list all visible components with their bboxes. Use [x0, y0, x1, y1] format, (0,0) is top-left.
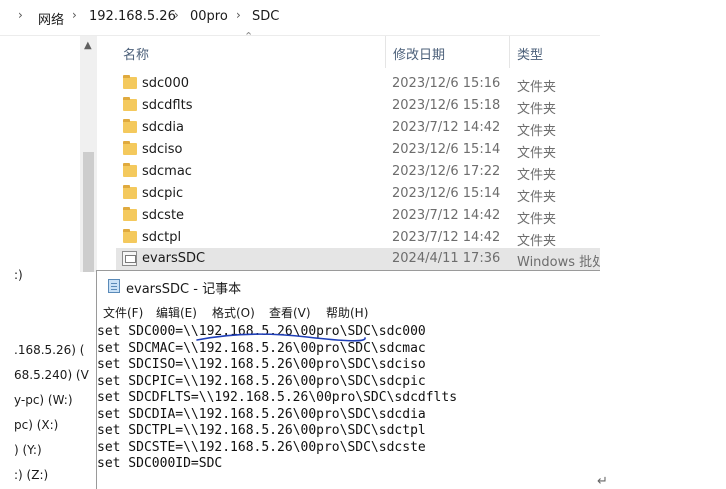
- file-type: 文件夹: [517, 234, 557, 249]
- address-bar[interactable]: › 网络 › 192.168.5.26 › 00pro › SDC: [0, 0, 600, 36]
- notepad-window: evarsSDC - 记事本 文件(F) 编辑(E) 格式(O) 查看(V) 帮…: [96, 270, 600, 489]
- folder-icon: [123, 229, 137, 243]
- menu-help[interactable]: 帮助(H): [326, 304, 368, 321]
- file-date: 2023/12/6 15:14: [392, 186, 501, 201]
- file-row[interactable]: sdcmac 2023/12/6 17:22 文件夹: [116, 161, 600, 183]
- breadcrumb-item[interactable]: 网络: [38, 9, 64, 28]
- file-type: 文件夹: [517, 124, 557, 139]
- file-row[interactable]: sdc000 2023/12/6 15:16 文件夹: [116, 73, 600, 95]
- notepad-icon: [108, 279, 120, 293]
- text-line: set SDC000ID=SDC: [97, 456, 223, 471]
- nav-item-drive[interactable]: y-pc) (W:): [14, 393, 73, 407]
- file-name: sdcdia: [142, 120, 185, 135]
- file-name: sdcdflts: [142, 98, 193, 113]
- file-type: 文件夹: [517, 212, 557, 227]
- menu-format[interactable]: 格式(O): [212, 304, 255, 321]
- return-arrow-icon: ↵: [597, 474, 608, 489]
- file-type: 文件夹: [517, 146, 557, 161]
- file-row-selected[interactable]: evarsSDC 2024/4/11 17:36 Windows 批处理文件: [116, 248, 600, 270]
- breadcrumb-item[interactable]: SDC: [252, 9, 279, 24]
- scrollbar-thumb[interactable]: [83, 152, 94, 272]
- file-date: 2023/12/6 15:16: [392, 76, 501, 91]
- batch-file-icon: [122, 251, 137, 266]
- menu-file[interactable]: 文件(F): [103, 304, 143, 321]
- file-type: Windows 批处理文件: [517, 255, 600, 270]
- folder-icon: [123, 119, 137, 133]
- text-line: set SDCSTE=\\192.168.5.26\00pro\SDC\sdcs…: [97, 439, 426, 455]
- file-date: 2023/7/12 14:42: [392, 230, 501, 245]
- folder-icon: [123, 97, 137, 111]
- file-type: 文件夹: [517, 168, 557, 183]
- column-header-type[interactable]: 类型: [510, 36, 600, 68]
- notepad-title: evarsSDC - 记事本: [126, 282, 242, 297]
- chevron-right-icon[interactable]: ›: [174, 8, 179, 22]
- nav-item-drive[interactable]: :) (Z:): [14, 468, 48, 482]
- file-row[interactable]: sdctpl 2023/7/12 14:42 文件夹: [116, 227, 600, 249]
- file-date: 2023/7/12 14:42: [392, 208, 501, 223]
- menu-view[interactable]: 查看(V): [269, 304, 311, 321]
- file-row[interactable]: sdcste 2023/7/12 14:42 文件夹: [116, 205, 600, 227]
- breadcrumb-item[interactable]: 192.168.5.26: [89, 9, 176, 24]
- nav-scrollbar[interactable]: ▲: [80, 36, 97, 272]
- file-type: 文件夹: [517, 102, 557, 117]
- chevron-up-icon[interactable]: ▲: [84, 40, 92, 51]
- file-name: sdcpic: [142, 186, 184, 201]
- file-date: 2024/4/11 17:36: [392, 251, 501, 266]
- chevron-right-icon[interactable]: ›: [236, 8, 241, 22]
- file-date: 2023/7/12 14:42: [392, 120, 501, 135]
- folder-icon: [123, 185, 137, 199]
- nav-item-drive[interactable]: :): [14, 268, 23, 282]
- text-line: set SDCISO=\\192.168.5.26\00pro\SDC\sdci…: [97, 357, 426, 372]
- file-name: sdciso: [142, 142, 183, 157]
- file-row[interactable]: sdcpic 2023/12/6 15:14 文件夹: [116, 183, 600, 205]
- file-row[interactable]: sdcdflts 2023/12/6 15:18 文件夹: [116, 95, 600, 117]
- nav-item-drive[interactable]: 68.5.240) (V: [14, 368, 89, 382]
- file-explorer-window: › 网络 › 192.168.5.26 › 00pro › SDC ▲ ⌃ 名称…: [0, 0, 600, 272]
- chevron-right-icon[interactable]: ›: [72, 8, 77, 22]
- nav-item-drive[interactable]: ) (Y:): [14, 443, 42, 457]
- text-line: set SDCTPL=\\192.168.5.26\00pro\SDC\sdct…: [97, 423, 426, 438]
- column-header-date[interactable]: 修改日期: [386, 36, 510, 68]
- file-name: sdctpl: [142, 230, 182, 245]
- text-line: set SDCDFLTS=\\192.168.5.26\00pro\SDC\sd…: [97, 390, 458, 405]
- file-row[interactable]: sdcdia 2023/7/12 14:42 文件夹: [116, 117, 600, 139]
- notepad-titlebar[interactable]: evarsSDC - 记事本: [97, 271, 600, 301]
- file-name: sdcmac: [142, 164, 192, 179]
- navigation-pane: :) .168.5.26) ( 68.5.240) (V y-pc) (W:) …: [0, 36, 89, 489]
- file-date: 2023/12/6 17:22: [392, 164, 501, 179]
- handwritten-underline: [196, 333, 366, 342]
- column-header-name[interactable]: 名称: [116, 36, 386, 68]
- breadcrumb-item[interactable]: 00pro: [190, 9, 228, 24]
- folder-icon: [123, 75, 137, 89]
- file-name: sdcste: [142, 208, 185, 223]
- nav-item-drive[interactable]: .168.5.26) (: [14, 343, 84, 357]
- file-name: sdc000: [142, 76, 189, 91]
- file-type: 文件夹: [517, 190, 557, 205]
- text-line: set SDCDIA=\\192.168.5.26\00pro\SDC\sdcd…: [97, 406, 426, 422]
- file-row[interactable]: sdciso 2023/12/6 15:14 文件夹: [116, 139, 600, 161]
- file-date: 2023/12/6 15:14: [392, 142, 501, 157]
- menu-edit[interactable]: 编辑(E): [156, 304, 197, 321]
- folder-icon: [123, 141, 137, 155]
- file-name: evarsSDC: [142, 251, 206, 266]
- file-date: 2023/12/6 15:18: [392, 98, 501, 113]
- notepad-text-area[interactable]: set SDC000=\\192.168.5.26\00pro\SDC\sdc0…: [97, 324, 600, 489]
- notepad-menubar: 文件(F) 编辑(E) 格式(O) 查看(V) 帮助(H): [97, 301, 600, 323]
- nav-item-drive[interactable]: pc) (X:): [14, 418, 58, 432]
- text-line: set SDCPIC=\\192.168.5.26\00pro\SDC\sdcp…: [97, 373, 426, 389]
- folder-icon: [123, 207, 137, 221]
- chevron-right-icon[interactable]: ›: [18, 8, 23, 22]
- file-type: 文件夹: [517, 80, 557, 95]
- folder-icon: [123, 163, 137, 177]
